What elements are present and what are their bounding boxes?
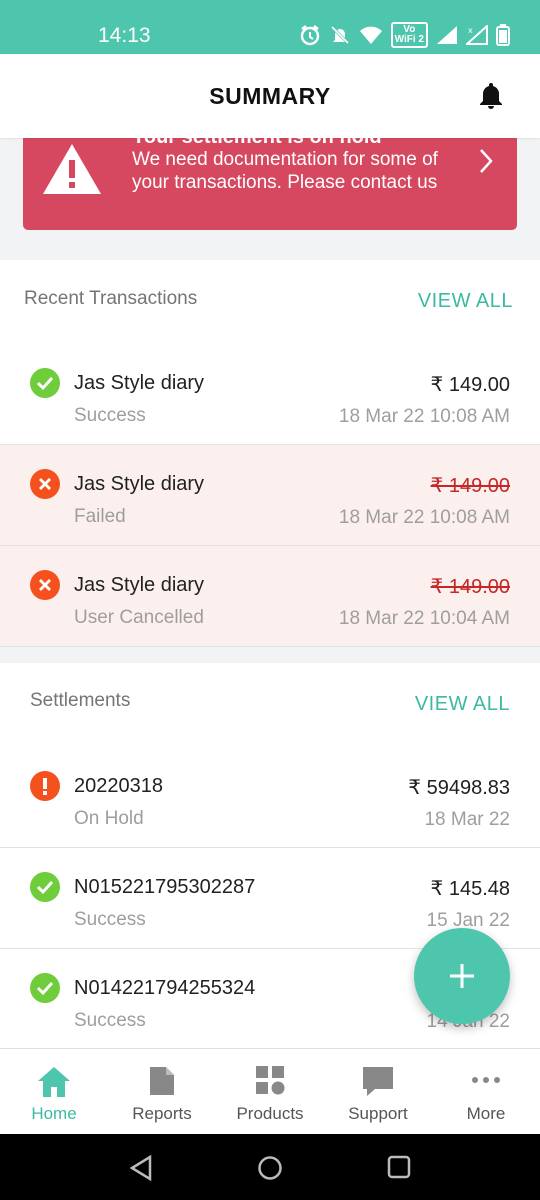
transaction-amount: ₹ 149.00	[430, 374, 510, 396]
battery-icon	[496, 24, 510, 46]
settlement-row[interactable]: 20220318 On Hold ₹ 59498.83 18 Mar 22	[0, 747, 540, 848]
alert-exclamation-icon	[30, 771, 60, 801]
page-title: SUMMARY	[209, 83, 331, 109]
svg-text:x: x	[468, 26, 473, 35]
nav-label: Reports	[132, 1104, 192, 1123]
status-bar: 14:13 Vo WiFi 2 x	[0, 0, 540, 54]
section-title: Settlements	[30, 690, 131, 711]
settlement-status: Success	[74, 909, 146, 930]
success-check-icon	[30, 872, 60, 902]
signal-icon: x	[466, 25, 488, 45]
transaction-date: 18 Mar 22 10:08 AM	[338, 406, 510, 427]
error-x-icon	[30, 469, 60, 499]
volte-icon: Vo WiFi 2	[390, 22, 428, 48]
transaction-name: Jas Style diary	[74, 574, 205, 596]
content: Your settlement is on hold We need docum…	[0, 138, 540, 1048]
home-icon	[38, 1067, 70, 1097]
app-header: SUMMARY	[0, 54, 540, 138]
document-icon	[150, 1067, 174, 1095]
nav-item-products[interactable]: Products	[216, 1049, 324, 1134]
warning-icon	[43, 144, 101, 194]
settlement-id: N015221795302287	[74, 876, 256, 898]
transaction-amount: ₹ 149.00	[430, 576, 510, 598]
settlement-amount: ₹ 145.48	[430, 878, 510, 900]
nav-item-reports[interactable]: Reports	[108, 1049, 216, 1134]
nav-label: Home	[31, 1104, 77, 1123]
grid-icon	[256, 1066, 285, 1095]
view-all-settlements-button[interactable]: VIEW ALL	[415, 693, 510, 716]
alert-message: We need documentation for some of your t…	[132, 149, 438, 193]
success-check-icon	[30, 368, 60, 398]
nav-label: Products	[236, 1104, 304, 1123]
transaction-status: Failed	[74, 506, 126, 527]
transaction-date: 18 Mar 22 10:08 AM	[338, 507, 510, 528]
status-time: 14:13	[98, 24, 151, 47]
settlement-id: 20220318	[74, 775, 163, 797]
error-x-icon	[30, 570, 60, 600]
recents-icon[interactable]	[387, 1155, 411, 1179]
recent-transactions-section: Recent Transactions VIEW ALL Jas Style d…	[0, 260, 540, 647]
nav-label: Support	[348, 1104, 408, 1123]
status-icons: Vo WiFi 2 x	[299, 22, 510, 48]
nav-item-more[interactable]: More	[432, 1049, 540, 1134]
home-circle-icon[interactable]	[257, 1155, 283, 1181]
transaction-name: Jas Style diary	[74, 473, 205, 495]
transaction-status: User Cancelled	[74, 607, 204, 628]
chat-icon	[363, 1067, 393, 1096]
transaction-name: Jas Style diary	[74, 372, 205, 394]
success-check-icon	[30, 973, 60, 1003]
back-icon[interactable]	[129, 1155, 153, 1181]
settlement-id: N014221794255324	[74, 977, 256, 999]
settlement-status: On Hold	[74, 808, 144, 829]
transaction-row[interactable]: Jas Style diary Failed ₹ 149.00 18 Mar 2…	[0, 445, 540, 546]
signal-icon	[437, 26, 457, 44]
wifi-icon	[359, 26, 382, 44]
transaction-date: 18 Mar 22 10:04 AM	[338, 608, 510, 629]
nav-item-home[interactable]: Home	[0, 1049, 108, 1134]
transaction-row[interactable]: Jas Style diary Success ₹ 149.00 18 Mar …	[0, 344, 540, 445]
section-title: Recent Transactions	[24, 288, 198, 309]
chevron-right-icon	[480, 149, 493, 173]
system-nav-bar	[0, 1134, 540, 1200]
transaction-amount: ₹ 149.00	[430, 475, 510, 497]
plus-icon	[450, 964, 474, 988]
view-all-transactions-button[interactable]: VIEW ALL	[418, 290, 513, 313]
settlement-amount: ₹ 59498.83	[408, 777, 510, 799]
bottom-nav: Home Reports Products Support More	[0, 1048, 540, 1134]
nav-label: More	[466, 1104, 506, 1123]
settlement-hold-alert[interactable]: Your settlement is on hold We need docum…	[23, 138, 517, 230]
more-icon	[472, 1077, 500, 1083]
alarm-icon	[300, 25, 319, 46]
settlement-date: 18 Mar 22	[424, 809, 510, 830]
settlement-status: Success	[74, 1010, 146, 1031]
transaction-row[interactable]: Jas Style diary User Cancelled ₹ 149.00 …	[0, 546, 540, 647]
nav-item-support[interactable]: Support	[324, 1049, 432, 1134]
mute-icon	[330, 25, 349, 45]
add-fab-button[interactable]	[414, 928, 510, 1024]
bell-icon[interactable]	[478, 81, 504, 109]
transaction-status: Success	[74, 405, 146, 426]
